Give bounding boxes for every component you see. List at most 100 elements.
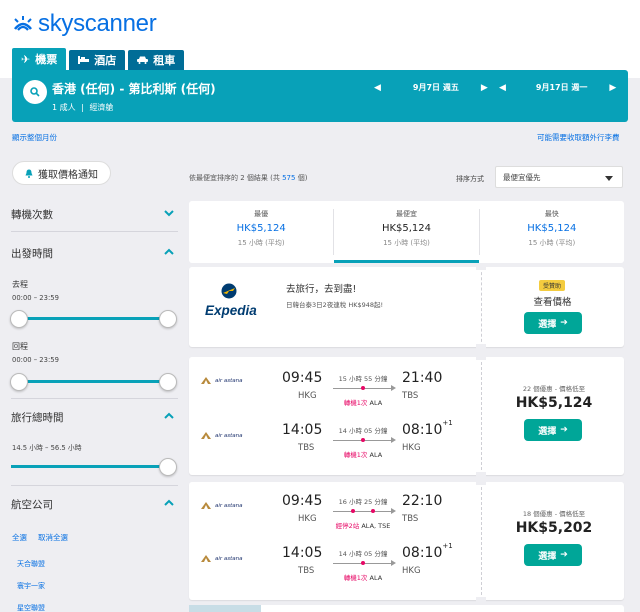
expedia-wordmark: Expedia	[205, 303, 257, 318]
airline-logo: air astana	[201, 432, 243, 440]
stop-dot	[351, 509, 355, 513]
next-date-icon[interactable]: ▶	[481, 83, 488, 93]
arrive-airport: HKG	[402, 443, 421, 453]
duration-range: 14.5 小時 – 56.5 小時	[12, 444, 82, 452]
tab-car-hire[interactable]: 租車	[128, 50, 185, 70]
depart-time: 14:05	[282, 422, 323, 438]
route-line	[333, 560, 396, 566]
airline-logo: air astana	[201, 502, 243, 510]
select-button[interactable]: 選擇 ➔	[524, 544, 582, 566]
flight-price: HK$5,124	[515, 395, 593, 411]
summary-duration: 15 小時 (平均)	[383, 239, 430, 247]
cabin-class: 經濟艙	[89, 103, 114, 112]
arrive-airport: TBS	[402, 391, 419, 401]
depart-date: 9月7日 週五	[412, 83, 459, 92]
depart-airport: TBS	[298, 443, 315, 453]
air-astana-icon	[201, 502, 211, 509]
ad-headline: 去旅行，去到盡!	[286, 284, 357, 295]
search-button[interactable]	[23, 80, 47, 104]
depart-time: 09:45	[282, 370, 323, 386]
route-line	[333, 508, 396, 514]
prev-date-icon[interactable]: ◀	[499, 83, 506, 93]
return-date-picker[interactable]: ◀ 9月17日 週一 ▶	[499, 82, 616, 93]
airlines-filter-heading[interactable]: 航空公司	[11, 497, 53, 512]
summary-title: 最優	[254, 210, 269, 218]
passenger-info: 1 成人 | 經濟艙	[52, 103, 114, 112]
tab-flights[interactable]: ✈ 機票	[12, 48, 67, 70]
alliance-item[interactable]: 星空聯盟	[17, 603, 45, 612]
prev-date-icon[interactable]: ◀	[374, 83, 381, 93]
flight-result-card[interactable]: air astana 09:45 HKG 15 小時 55 分鐘 轉機1次 AL…	[189, 354, 624, 478]
route-line	[333, 437, 396, 443]
summary-title: 最便宜	[395, 210, 417, 218]
select-button[interactable]: 選擇 ➔	[524, 419, 582, 441]
depart-date-picker[interactable]: ◀ 9月7日 週五 ▶	[374, 82, 488, 93]
stop-count: 轉機1次	[343, 399, 368, 407]
search-icon	[30, 87, 40, 97]
summary-best[interactable]: 最優 HK$5,124 15 小時 (平均)	[189, 201, 333, 263]
sort-value: 最便宜優先	[503, 172, 541, 182]
summary-duration: 15 小時 (平均)	[528, 239, 576, 247]
chevron-down-icon[interactable]	[163, 207, 175, 219]
stop-airport: ALA	[369, 574, 383, 582]
summary-fastest[interactable]: 最快 HK$5,124 15 小時 (平均)	[480, 201, 624, 263]
ad-select-button[interactable]: 選擇 ➔	[524, 312, 582, 334]
duration-slider-handle[interactable]	[159, 458, 177, 476]
return-slider-min-handle[interactable]	[10, 373, 28, 391]
select-label: 選擇	[538, 319, 557, 330]
sponsored-ad-card[interactable]: Expedia 去旅行，去到盡! 日韓台泰3日2夜連稅 HK$948起! 受贊助…	[189, 264, 624, 350]
duration-slider-track[interactable]	[11, 465, 163, 468]
month-view-link[interactable]: 顯示整個月份	[12, 132, 57, 143]
outbound-slider-track[interactable]	[18, 317, 168, 320]
stop-info: 轉機1次 ALA	[328, 397, 398, 407]
arrow-right-icon: ➔	[560, 550, 568, 560]
arrow-head-icon	[391, 437, 396, 443]
tab-hotels[interactable]: 酒店	[69, 50, 126, 70]
flight-result-card[interactable]: air astana 09:45 HKG 16 小時 25 分鐘 經停2站 AL…	[189, 479, 624, 603]
arrive-time: 22:10	[402, 493, 443, 509]
stop-info: 經停2站 ALA, TSE	[323, 520, 403, 530]
price-alert-button[interactable]: 獲取價格通知	[12, 161, 111, 185]
sort-select[interactable]: 最便宜優先	[495, 166, 623, 188]
return-label: 回程	[12, 342, 28, 351]
stop-count: 轉機1次	[343, 574, 368, 582]
duration-filter-heading[interactable]: 旅行總時間	[11, 410, 64, 425]
bed-icon	[78, 56, 90, 64]
stop-count: 轉機1次	[343, 451, 368, 459]
return-date: 9月17日 週一	[535, 83, 588, 92]
alliance-item[interactable]: 天合聯盟	[17, 559, 45, 569]
chevron-up-icon[interactable]	[163, 410, 175, 422]
outbound-slider-max-handle[interactable]	[159, 310, 177, 328]
bell-icon	[25, 169, 33, 178]
depart-time-filter-heading[interactable]: 出發時間	[11, 246, 53, 261]
sort-summary-tabs: 最優 HK$5,124 15 小時 (平均) 最便宜 HK$5,124 15 小…	[189, 201, 624, 263]
divider	[11, 231, 178, 232]
arrive-time-value: 08:10	[402, 422, 443, 438]
clear-all-link[interactable]: 取消全選	[38, 532, 68, 543]
chevron-up-icon[interactable]	[163, 497, 175, 509]
next-date-icon[interactable]: ▶	[609, 83, 616, 93]
select-all-link[interactable]: 全選	[12, 532, 27, 543]
extra-fees-link[interactable]: 可能需要收取額外行李費	[537, 132, 620, 143]
return-range: 00:00 – 23:59	[12, 356, 59, 364]
return-slider-track[interactable]	[18, 380, 168, 383]
flight-price: HK$5,202	[515, 520, 593, 536]
caret-down-icon	[605, 176, 613, 181]
arrow-right-icon: ➔	[560, 425, 568, 435]
skyscanner-logo[interactable]: skyscanner	[12, 10, 157, 38]
result-thumbnail	[189, 605, 261, 612]
summary-duration: 15 小時 (平均)	[237, 239, 285, 247]
outbound-slider-min-handle[interactable]	[10, 310, 28, 328]
search-summary-bar[interactable]: 香港 (任何) - 第比利斯 (任何) 1 成人 | 經濟艙 ◀ 9月7日 週五…	[12, 70, 628, 122]
return-slider-max-handle[interactable]	[159, 373, 177, 391]
alliance-item[interactable]: 寰宇一家	[17, 581, 45, 591]
stop-dot	[361, 438, 365, 442]
stop-dot	[361, 561, 365, 565]
summary-price: HK$5,124	[381, 223, 432, 234]
summary-cheapest[interactable]: 最便宜 HK$5,124 15 小時 (平均)	[334, 201, 479, 263]
chevron-up-icon[interactable]	[163, 246, 175, 258]
flight-duration: 15 小時 55 分鐘	[338, 375, 388, 383]
select-label: 選擇	[538, 551, 557, 562]
stops-filter-heading[interactable]: 轉機次數	[11, 207, 53, 222]
results-total-link[interactable]: 575	[282, 174, 295, 182]
